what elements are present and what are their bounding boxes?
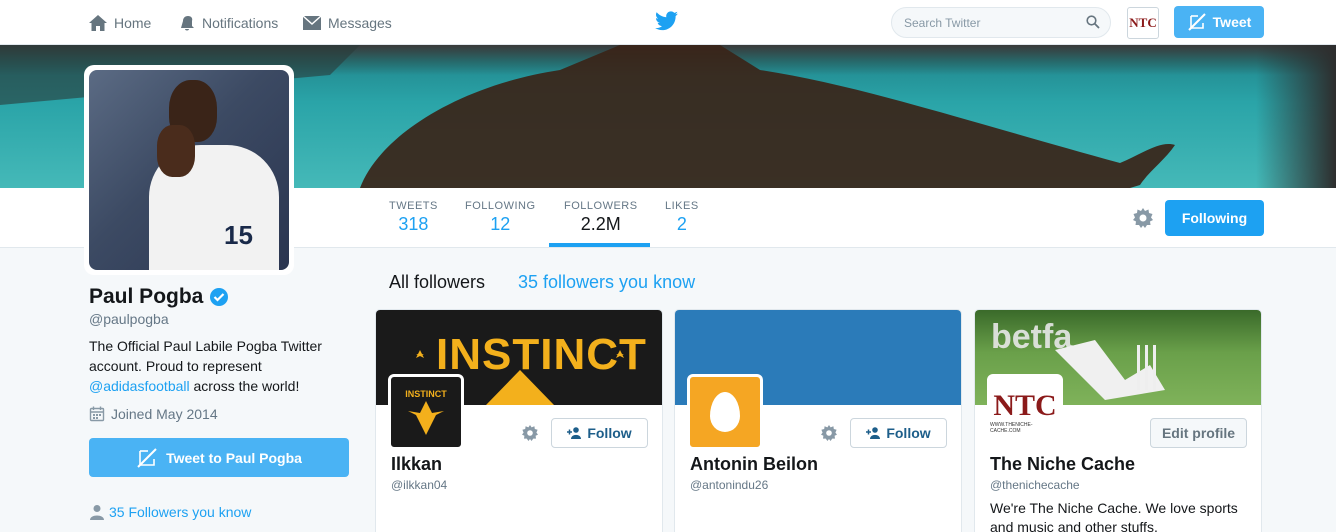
profile-avatar-image: 15 — [89, 70, 289, 270]
stat-tweets-value: 318 — [398, 214, 429, 234]
verified-badge-icon — [210, 288, 229, 306]
twitter-bird-icon[interactable] — [655, 11, 679, 31]
add-user-icon — [866, 427, 881, 439]
follower-card-name[interactable]: Antonin Beilon — [690, 454, 818, 475]
follower-card-avatar[interactable] — [687, 374, 763, 450]
profile-avatar[interactable]: 15 — [84, 65, 294, 275]
follow-button[interactable]: Follow — [551, 418, 648, 448]
instinct-logo-icon — [408, 401, 444, 435]
stat-followers-value: 2.2M — [580, 214, 621, 234]
follower-card-avatar-subtext: WWW.THENICHE-CACHE.COM — [990, 422, 1033, 434]
follower-card[interactable]: betfa NTC WWW.THENICHE-CACHE.COM Edit pr… — [974, 309, 1262, 532]
following-button[interactable]: Following — [1165, 200, 1264, 236]
edit-profile-button[interactable]: Edit profile — [1150, 418, 1247, 448]
compose-tweet-label: Tweet — [1212, 14, 1252, 30]
person-icon — [90, 505, 104, 520]
gear-icon[interactable] — [821, 425, 837, 441]
nav-notifications-label: Notifications — [202, 14, 279, 31]
follower-card-avatar[interactable]: INSTINCT — [388, 374, 464, 450]
follower-card-avatar[interactable]: NTC WWW.THENICHE-CACHE.COM — [987, 374, 1063, 450]
stat-likes-label: LIKES — [665, 200, 699, 212]
stat-followers-label: FOLLOWERS — [564, 200, 638, 212]
follower-card-bio: We're The Niche Cache. We love sports an… — [990, 500, 1238, 532]
followers-you-know-label: 35 Followers you know — [109, 504, 252, 520]
follower-card-handle: @ilkkan04 — [391, 478, 448, 492]
follower-card[interactable]: INSTINCT INSTINCT Follow Ilkkan @ilkkan0… — [375, 309, 663, 532]
compose-tweet-button[interactable]: Tweet — [1174, 6, 1264, 38]
bio-text-end: across the world! — [189, 378, 300, 394]
search-box[interactable] — [891, 7, 1111, 38]
tab-all-followers[interactable]: All followers — [389, 272, 485, 293]
tab-followers-you-know[interactable]: 35 followers you know — [518, 272, 695, 293]
nav-messages-label: Messages — [328, 14, 392, 31]
nav-home-link[interactable]: Home — [88, 0, 151, 45]
calendar-icon — [89, 406, 105, 422]
follower-card-name[interactable]: Ilkkan — [391, 454, 442, 475]
profile-name[interactable]: Paul Pogba — [89, 285, 229, 309]
followers-you-know-link[interactable]: 35 Followers you know — [89, 504, 251, 520]
tweet-to-user-label: Tweet to Paul Pogba — [166, 449, 302, 466]
nav-notifications-link[interactable]: Notifications — [178, 0, 278, 45]
follower-card-banner-text: INSTINCT — [436, 330, 647, 379]
joined-date-text: Joined May 2014 — [111, 406, 218, 422]
stat-tweets[interactable]: TWEETS 318 — [389, 200, 438, 235]
top-navigation-bar: Home Notifications Messages NTC Tweet — [0, 0, 1336, 45]
follow-button-label: Follow — [886, 425, 931, 441]
user-avatar-menu[interactable]: NTC — [1127, 7, 1159, 39]
compose-icon — [1187, 13, 1206, 31]
profile-bio: The Official Paul Labile Pogba Twitter a… — [89, 336, 349, 396]
active-tab-underline — [549, 243, 650, 247]
profile-handle[interactable]: @paulpogba — [89, 311, 169, 327]
stat-followers[interactable]: FOLLOWERS 2.2M — [564, 200, 638, 235]
default-egg-avatar-icon — [710, 392, 740, 432]
bio-mention-link[interactable]: @adidasfootball — [89, 378, 190, 394]
follower-card-handle: @thenichecache — [990, 478, 1080, 492]
profile-joined-date: Joined May 2014 — [89, 406, 218, 422]
stat-likes-value: 2 — [676, 214, 687, 234]
follower-card-avatar-text: INSTINCT — [405, 389, 447, 399]
stat-following[interactable]: FOLLOWING 12 — [465, 200, 536, 235]
envelope-icon — [302, 14, 322, 30]
stat-following-value: 12 — [490, 214, 511, 234]
bio-text-start: The Official Paul Labile Pogba Twitter a… — [89, 338, 322, 374]
compose-icon — [137, 447, 157, 468]
search-input[interactable] — [892, 8, 1072, 37]
stat-following-label: FOLLOWING — [465, 200, 536, 212]
user-avatar-text: NTC — [1129, 15, 1157, 30]
bell-icon — [181, 15, 194, 30]
profile-name-text: Paul Pogba — [89, 285, 204, 308]
follower-card-handle: @antonindu26 — [690, 478, 769, 492]
add-user-icon — [567, 427, 582, 439]
follower-card-avatar-text: NTC — [993, 389, 1057, 422]
follow-button[interactable]: Follow — [850, 418, 947, 448]
follower-card[interactable]: Follow Antonin Beilon @antonindu26 — [674, 309, 962, 532]
follower-card-name[interactable]: The Niche Cache — [990, 454, 1135, 475]
gear-icon[interactable] — [522, 425, 538, 441]
follow-button-label: Follow — [587, 425, 632, 441]
nav-messages-link[interactable]: Messages — [302, 0, 392, 45]
home-icon — [89, 14, 107, 31]
avatar-jersey-number: 15 — [224, 220, 253, 250]
nav-home-label: Home — [114, 14, 152, 31]
stat-likes[interactable]: LIKES 2 — [665, 200, 699, 235]
gear-icon[interactable] — [1133, 208, 1153, 228]
search-icon[interactable] — [1086, 15, 1100, 29]
stat-tweets-label: TWEETS — [389, 200, 438, 212]
tweet-to-user-button[interactable]: Tweet to Paul Pogba — [89, 438, 349, 477]
